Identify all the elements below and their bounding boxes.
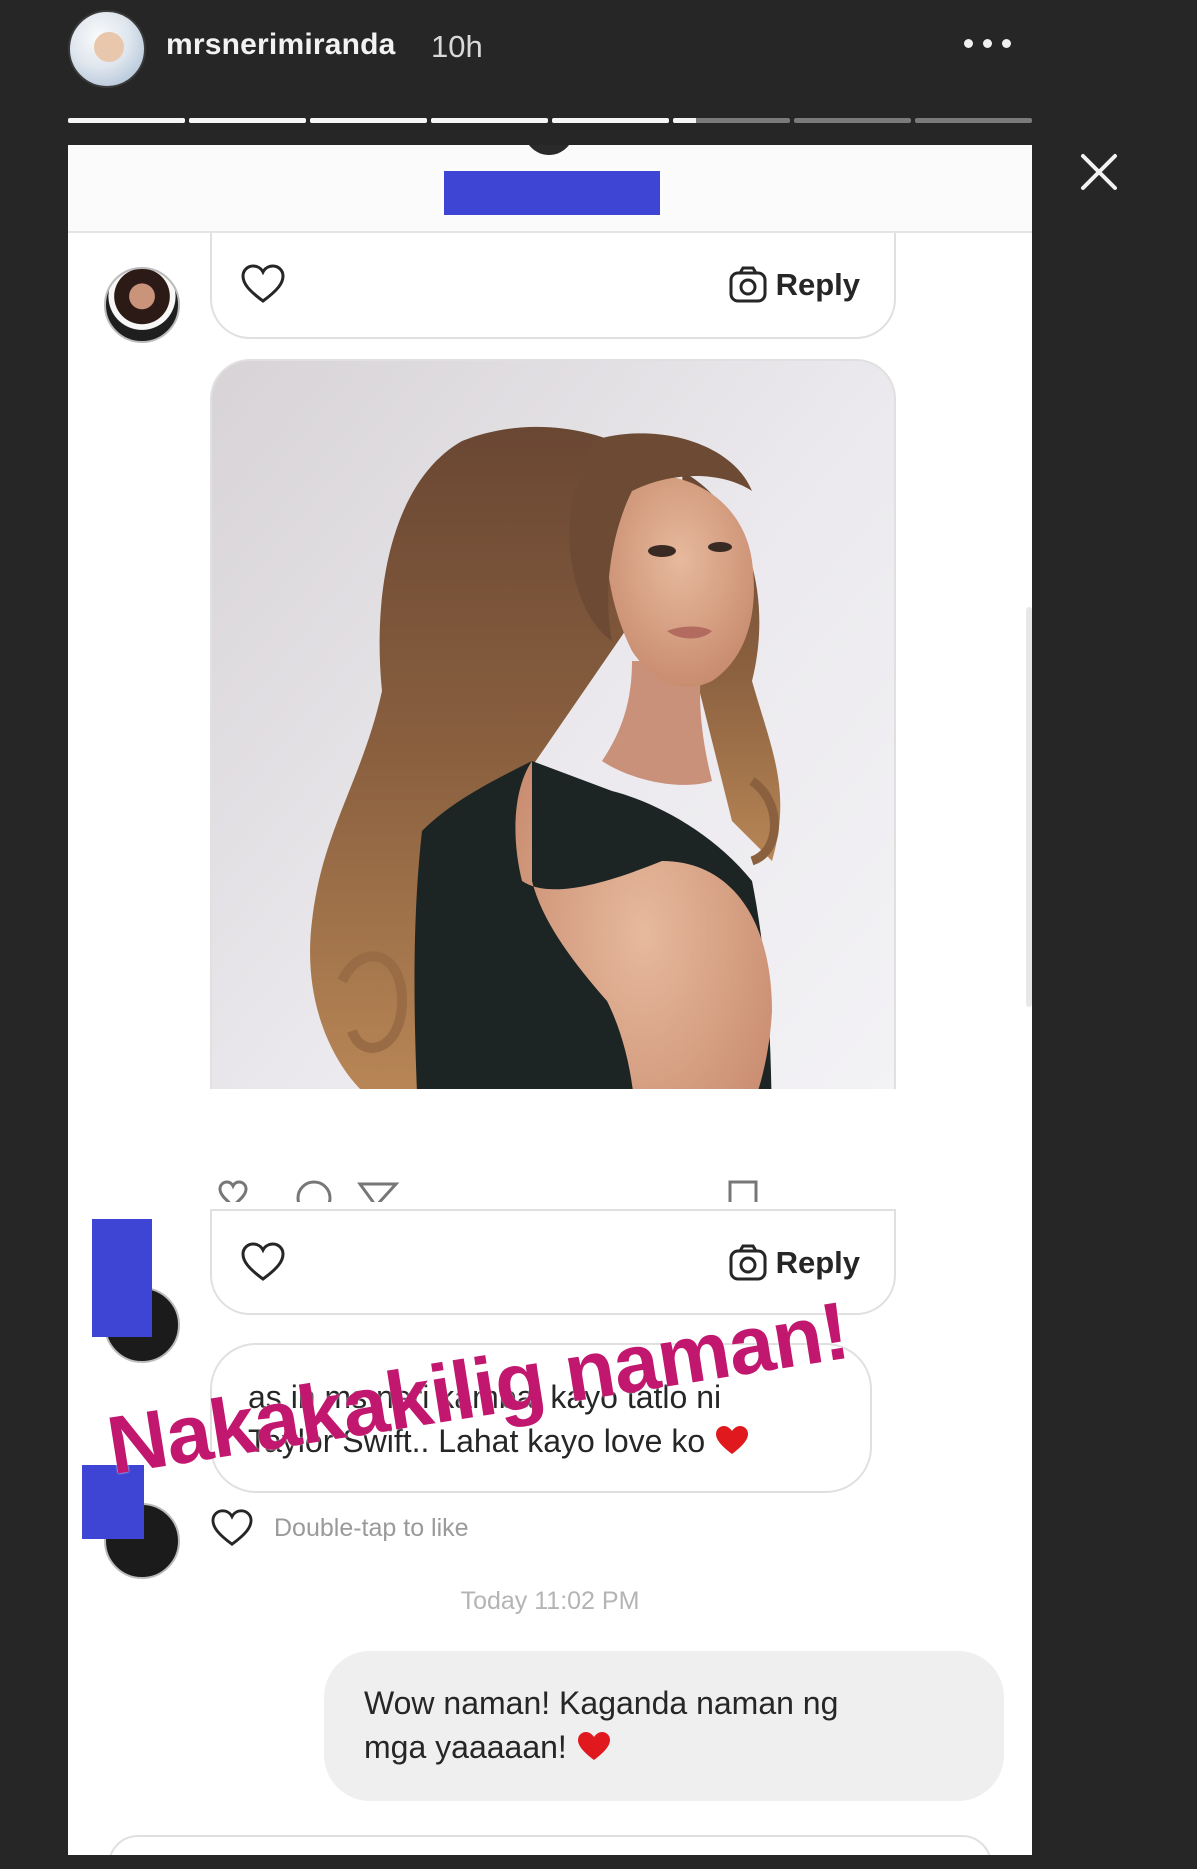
story-header: mrsnerimiranda 10h xyxy=(68,8,1028,88)
double-tap-label: Double-tap to like xyxy=(274,1513,469,1542)
scrollbar xyxy=(1026,607,1032,1007)
avatar[interactable] xyxy=(68,10,146,88)
camera-icon xyxy=(729,266,767,303)
heart-icon[interactable] xyxy=(240,263,286,305)
story-progress-fill xyxy=(189,118,306,123)
reply-button[interactable]: Reply xyxy=(728,261,860,309)
dm-header xyxy=(68,145,1032,233)
share-icon xyxy=(357,1182,400,1202)
story-progress-fill xyxy=(68,118,185,123)
heart-icon[interactable] xyxy=(210,1508,254,1548)
message-line: Wow naman! Kaganda naman ng xyxy=(364,1685,839,1721)
story-username[interactable]: mrsnerimiranda xyxy=(166,28,396,62)
reply-button[interactable]: Reply xyxy=(728,1239,860,1287)
double-tap-hint: Double-tap to like xyxy=(210,1505,469,1551)
post-action-bar xyxy=(210,1176,896,1202)
close-icon[interactable] xyxy=(1075,148,1123,196)
redaction-box xyxy=(444,171,660,215)
story-progress-segment xyxy=(68,118,185,123)
story-progress-fill xyxy=(431,118,548,123)
more-options-icon[interactable] xyxy=(958,28,1018,58)
bookmark-icon xyxy=(728,1180,758,1202)
message-input[interactable] xyxy=(108,1835,992,1855)
reply-label: Reply xyxy=(775,1245,860,1280)
avatar xyxy=(524,145,574,155)
story-timestamp: 10h xyxy=(431,29,483,64)
story-progress-segment xyxy=(310,118,427,123)
redaction-box xyxy=(92,1219,152,1337)
heart-icon xyxy=(218,1180,248,1202)
camera-icon xyxy=(729,1244,767,1281)
story-progress-fill xyxy=(552,118,669,123)
story-progress-segment xyxy=(673,118,790,123)
story-screenshot: Reply Reply as in ms neri kambal kayo ta… xyxy=(68,145,1032,1855)
story-viewer: mrsnerimiranda 10h Reply Reply as in ms … xyxy=(0,0,1197,1869)
reply-label: Reply xyxy=(775,267,860,302)
story-progress-fill xyxy=(673,118,697,123)
portrait-photo xyxy=(212,361,894,1089)
sent-message[interactable]: Wow naman! Kaganda naman ng mga yaaaaan! xyxy=(324,1651,1004,1801)
story-reply-box: Reply xyxy=(210,233,896,339)
message-timestamp: Today 11:02 PM xyxy=(460,1587,640,1615)
red-heart-icon xyxy=(577,1732,610,1760)
story-progress-bar xyxy=(68,118,1032,124)
comment-icon xyxy=(296,1180,332,1202)
story-progress-segment xyxy=(431,118,548,123)
message-line: mga yaaaaan! xyxy=(364,1725,964,1769)
red-heart-icon xyxy=(716,1426,748,1454)
story-progress-segment xyxy=(552,118,669,123)
story-progress-segment xyxy=(794,118,911,123)
story-progress-segment xyxy=(915,118,1032,123)
story-progress-segment xyxy=(189,118,306,123)
story-progress-fill xyxy=(310,118,427,123)
shared-post-image[interactable] xyxy=(210,359,896,1089)
heart-icon[interactable] xyxy=(240,1241,286,1283)
avatar xyxy=(104,267,180,343)
